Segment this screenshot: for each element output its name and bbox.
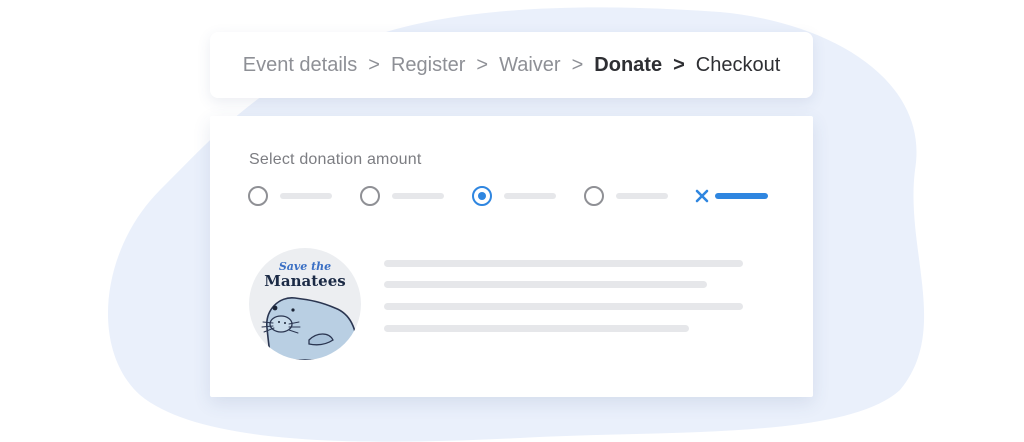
breadcrumb-step-event-details[interactable]: Event details (243, 54, 358, 77)
breadcrumb-separator: > (368, 53, 380, 76)
breadcrumb-step-checkout[interactable]: Checkout (696, 54, 781, 77)
donation-options (248, 186, 778, 206)
radio-button[interactable] (360, 186, 380, 206)
breadcrumb-separator: > (476, 53, 489, 76)
text-line-placeholder (384, 260, 743, 267)
breadcrumb-step-register[interactable]: Register (391, 54, 465, 77)
manatee-icon (261, 297, 359, 360)
breadcrumb-step-waiver[interactable]: Waiver (499, 54, 560, 77)
option-label-placeholder (280, 193, 332, 199)
breadcrumb: Event details > Register > Waiver > Dona… (210, 32, 813, 98)
radio-button-selected[interactable] (472, 186, 492, 206)
text-line-placeholder (384, 303, 743, 310)
option-label-placeholder (504, 193, 556, 199)
donation-card: Select donation amount Save the Manatees (210, 116, 813, 397)
close-icon[interactable] (695, 189, 709, 203)
radio-button[interactable] (584, 186, 604, 206)
cause-logo: Save the Manatees (249, 248, 361, 360)
option-label-placeholder (616, 193, 668, 199)
text-line-placeholder (384, 325, 689, 332)
text-line-placeholder (384, 281, 707, 288)
section-title: Select donation amount (249, 151, 422, 168)
option-label-placeholder (392, 193, 444, 199)
breadcrumb-separator: > (571, 53, 584, 76)
radio-button[interactable] (248, 186, 268, 206)
breadcrumb-separator: > (673, 53, 685, 76)
breadcrumb-step-donate: Donate (594, 53, 663, 76)
custom-amount-bar[interactable] (715, 193, 768, 199)
